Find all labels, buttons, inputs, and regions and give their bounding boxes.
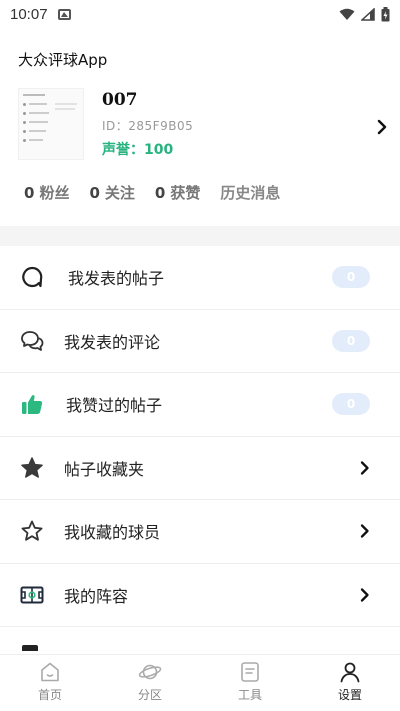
fans-label: 粉丝 bbox=[39, 184, 70, 202]
tab-settings[interactable]: 设置 bbox=[300, 655, 400, 711]
star-filled-icon bbox=[20, 456, 44, 480]
following-label: 关注 bbox=[104, 184, 135, 202]
menu-item-label: 我赞过的帖子 bbox=[66, 396, 163, 416]
thumbs-up-icon bbox=[20, 392, 44, 416]
tab-sections[interactable]: 分区 bbox=[100, 655, 200, 711]
menu-item-label: 我发表的帖子 bbox=[68, 269, 165, 289]
likes-label: 获赞 bbox=[170, 184, 201, 202]
star-outline-icon bbox=[20, 519, 44, 543]
menu-item-favorite-players[interactable]: 我收藏的球员 bbox=[0, 500, 400, 564]
tab-tools[interactable]: 工具 bbox=[200, 655, 300, 711]
avatar bbox=[18, 88, 84, 160]
likes-stat[interactable]: 0 获赞 bbox=[155, 182, 200, 203]
menu-item-post-favorites[interactable]: 帖子收藏夹 bbox=[0, 437, 400, 500]
menu-item-my-comments[interactable]: 我发表的评论 0 bbox=[0, 310, 400, 373]
menu-item-label: 我的阵容 bbox=[64, 586, 129, 606]
gallery-notification-icon bbox=[57, 8, 71, 20]
history-messages-link[interactable]: 历史消息 bbox=[220, 182, 280, 203]
tab-home[interactable]: 首页 bbox=[0, 655, 100, 711]
menu-item-label: 我发表的评论 bbox=[64, 332, 161, 352]
profile-stats: 0 粉丝 0 关注 0 获赞 历史消息 bbox=[24, 182, 280, 203]
section-divider bbox=[0, 226, 400, 246]
user-id: ID：285F9B05 bbox=[102, 119, 194, 133]
document-icon bbox=[241, 662, 259, 682]
status-bar: 10:07 bbox=[0, 0, 400, 28]
tab-label: 首页 bbox=[37, 688, 62, 702]
menu-item-label: 我收藏的球员 bbox=[64, 523, 161, 543]
home-icon bbox=[41, 662, 59, 682]
comments-icon bbox=[20, 329, 44, 353]
likes-count: 0 bbox=[154, 183, 166, 202]
wifi-icon bbox=[339, 8, 355, 20]
chevron-right-icon bbox=[360, 588, 369, 602]
status-time: 10:07 bbox=[10, 5, 48, 23]
tab-label: 工具 bbox=[237, 688, 262, 702]
menu-item-my-lineup[interactable]: 我的阵容 bbox=[0, 564, 400, 627]
bottom-tab-bar: 首页 分区 工具 设置 bbox=[0, 654, 400, 711]
partial-icon bbox=[22, 645, 38, 651]
tab-label: 设置 bbox=[337, 688, 362, 702]
chevron-right-icon bbox=[360, 461, 369, 475]
username: 007 bbox=[102, 90, 138, 110]
tab-label: 分区 bbox=[137, 688, 162, 702]
chat-bubble-icon bbox=[20, 265, 44, 289]
menu-item-label: 帖子收藏夹 bbox=[64, 459, 145, 479]
profile-card[interactable]: 007 ID：285F9B05 声誉：100 bbox=[18, 88, 388, 170]
signal-icon bbox=[361, 7, 375, 21]
count-badge: 0 bbox=[332, 329, 370, 352]
planet-icon bbox=[138, 664, 162, 680]
app-title: 大众评球App bbox=[18, 51, 108, 69]
following-stat[interactable]: 0 关注 bbox=[89, 182, 134, 203]
user-icon bbox=[340, 662, 360, 683]
settings-menu: 我发表的帖子 0 我发表的评论 0 我赞过的帖子 0 帖子收藏夹 我收藏的球员 … bbox=[0, 246, 400, 691]
menu-item-liked-posts[interactable]: 我赞过的帖子 0 bbox=[0, 373, 400, 437]
chevron-right-icon[interactable] bbox=[376, 119, 388, 135]
fans-stat[interactable]: 0 粉丝 bbox=[24, 182, 69, 203]
lineup-icon bbox=[20, 583, 44, 607]
count-badge: 0 bbox=[332, 266, 370, 289]
reputation-score: 声誉：100 bbox=[102, 142, 174, 158]
count-badge: 0 bbox=[332, 393, 370, 416]
status-icons bbox=[339, 6, 390, 22]
fans-count: 0 bbox=[24, 183, 35, 202]
chevron-right-icon bbox=[360, 524, 369, 538]
menu-item-my-posts[interactable]: 我发表的帖子 0 bbox=[0, 246, 400, 310]
battery-icon bbox=[381, 6, 390, 21]
following-count: 0 bbox=[89, 183, 100, 202]
